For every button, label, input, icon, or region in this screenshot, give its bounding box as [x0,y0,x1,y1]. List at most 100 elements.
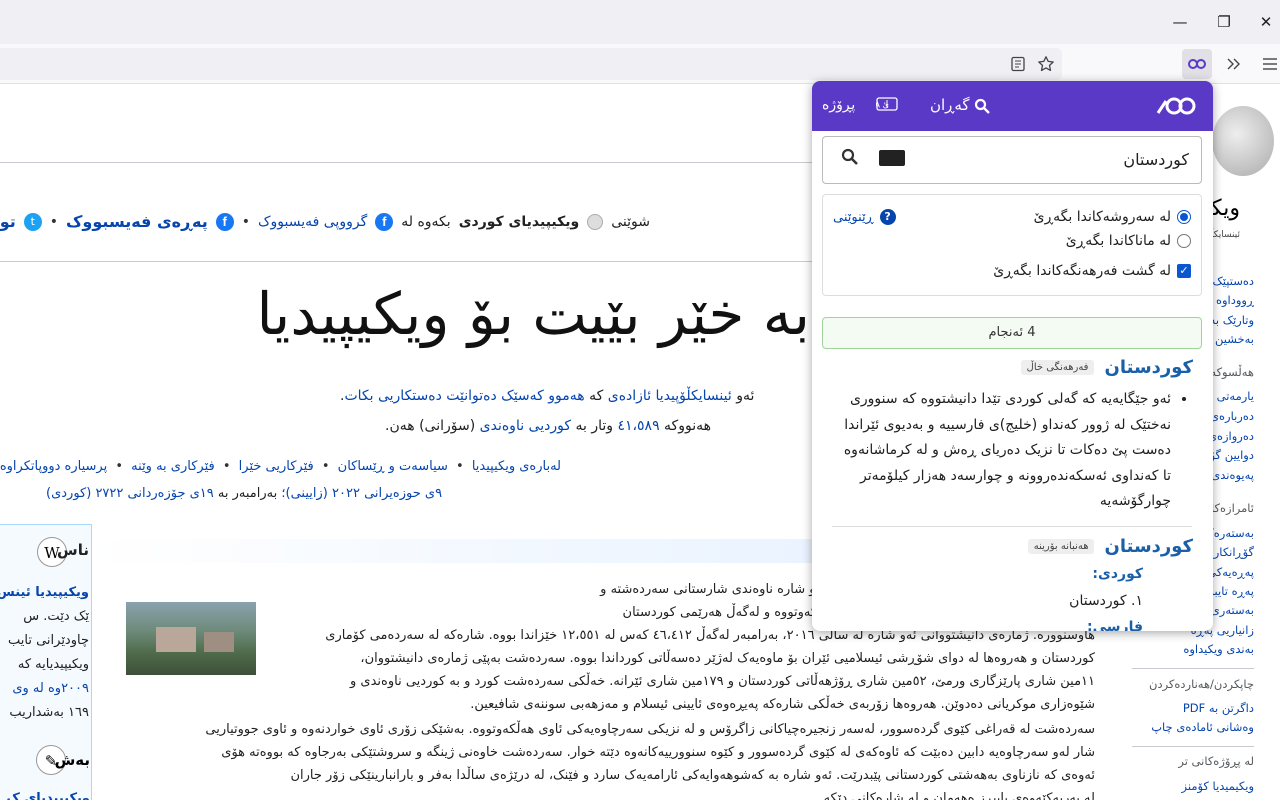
extension-dictionary-icon[interactable] [1182,49,1212,79]
entry-source-badge: هەنبانە بۆرینە [1027,539,1095,554]
minimize-icon[interactable]: — [1166,8,1194,36]
intro-box-line: ١٦٩ بەشداریب [9,705,89,720]
portal-link[interactable]: سیاسەت و ڕێساکان [338,459,448,474]
search-options: لە سەروشەکاندا بگەڕێ لە ماناکاندا بگەڕێ … [822,194,1202,296]
social-prefix: شوێنی [611,213,650,230]
dictionary-logo-icon[interactable] [1156,95,1196,117]
search-button[interactable] [841,148,859,171]
fb-page-link[interactable]: پەڕەی فەیسبووک [66,212,208,231]
sections-box: ✎ بەش ویکیپیدیای ک [0,739,92,800]
sidebar-heading: لە پڕۆژەکانی تر [1178,754,1254,768]
wikipedia-icon [587,213,604,230]
maximize-icon[interactable]: ❐ [1210,8,1238,36]
entry-heading: کوردستان هەنبانە بۆرینە [1027,536,1193,557]
reader-view-icon[interactable] [1004,50,1032,78]
url-bar[interactable] [0,48,1062,80]
tab-search-label: گەڕان [930,96,970,114]
intro-text: کە [589,388,604,404]
svg-text:A: A [876,101,881,110]
bookmark-star-icon[interactable] [1032,50,1060,78]
intro-box-line[interactable]: ویکیپیدیا ئینس [0,585,89,600]
results-count: 4 ئەنجام [822,317,1202,349]
option-headwords[interactable]: لە سەروشەکاندا بگەڕێ [1034,209,1191,225]
help-label: ڕێنوێنی [833,209,874,225]
close-icon[interactable]: ✕ [1252,8,1280,36]
search-input[interactable]: کوردستان [822,136,1202,184]
intro-text: وتار بە [575,418,614,434]
browser-navbar [0,44,1280,84]
intro-text: (سۆرانی) هەن. [385,418,476,434]
intro-box-line[interactable]: ٢٠٠٩وە لە وی [12,681,89,696]
checkbox-all-dictionaries[interactable]: ✓ [1177,264,1191,278]
facebook-icon: f [215,212,234,231]
anyone-can-edit-link[interactable]: هەموو کەسێک دەتوانێت دەستکاریی بکات [344,388,584,404]
option-all-dictionaries[interactable]: ✓ لە گشت فەرهەنگەکاندا بگەڕێ [993,263,1191,279]
sections-line[interactable]: ویکیپیدیای ک [7,791,90,800]
sidebar-link[interactable]: یارمەتی [1217,389,1254,403]
popup-header: گەڕان Aئ پڕۆژە [812,81,1213,131]
radio-headwords[interactable] [1177,210,1191,224]
entry-source-badge: فەرهەنگی خاڵ [1020,360,1095,375]
entry-definition: ئەو جێگایەیە کە گەلی کوردی تێدا دانیشتوو… [833,387,1193,515]
article-line: ١١مین شاری پارێزگاری ورمێ، ٥٢مین شاری ڕۆ… [350,674,1095,689]
intro-text: ئەو [736,388,755,404]
twitter-link[interactable]: تو [0,212,16,231]
sidebar-link[interactable]: دەستپێک [1213,274,1255,288]
fb-group-link[interactable]: گرووپی فەیسبووک [258,214,367,230]
site-name: ویکیپیدیای کوردی [458,213,580,230]
sections-heading: بەش [54,751,90,769]
portal-links: لەبارەی ویکیپیدیا • سیاسەت و ڕێساکان • ف… [0,459,565,474]
portal-link[interactable]: فێرکاریی خێرا [239,459,314,474]
separator-dot: • [241,213,250,230]
sidebar-link[interactable]: ویکیمیدیا کۆمنز [1182,779,1254,793]
portal-link[interactable]: پرسیارە دووپاتکراوەکان [0,459,107,474]
article-continued: سەردەشت لە قەراغی کێوی گردەسوور، لەسەر ز… [130,718,1095,800]
transliteration-icon[interactable]: Aئ [875,97,898,115]
sidebar-link[interactable]: بەندی ویکیداوە [1183,642,1254,656]
intro-box-line: ێک دێت. س [23,609,89,624]
option-label: لە گشت فەرهەنگەکاندا بگەڕێ [993,263,1171,279]
intro-line-1: ئەو ئینسایکڵۆپیدیا ئازادەی کە هەموو کەسێ… [340,388,755,404]
search-input-value[interactable]: کوردستان [1123,150,1189,169]
article-line: کوردستان و هەروەها لە دوای شۆڕشی ئیسلامی… [360,651,1095,666]
keyboard-icon[interactable] [879,150,905,166]
radio-meanings[interactable] [1177,234,1191,248]
entry-heading: کوردستان فەرهەنگی خاڵ [1020,357,1193,378]
option-meanings[interactable]: لە ماناکاندا بگەڕێ [1066,233,1191,249]
kurdish-date-link[interactable]: ١٩ی جۆزەردانی ٢٧٢٢ (کوردی) [46,486,214,501]
help-icon: ? [879,209,896,225]
central-kurdish-link[interactable]: کوردیی ناوەندی [480,418,571,434]
free-encyclopedia-link[interactable]: ئینسایکڵۆپیدیا ئازادەی [608,388,732,404]
portal-link[interactable]: فێرکاری بە وێنە [131,459,215,474]
article-count-link[interactable]: ٤١،٥٨٩ [617,418,659,434]
article-image[interactable] [126,602,256,675]
intro-box-line: ویکیپیدیایە کە [17,657,89,672]
entry-word[interactable]: کوردستان [1104,536,1193,557]
social-links: شوێنی ویکیپیدیای کوردی بکەوە لە f گرووپی… [0,212,650,231]
gregorian-date-link[interactable]: ٩ی حوزەیرانی ٢٠٢٢ (زایینی)؛ [281,486,442,501]
divider [1132,746,1254,747]
article-line: شێوەزاری موکریانی دەدوێن. هەروەها زۆربەی… [470,697,1095,712]
help-link[interactable]: ? ڕێنوێنی [833,209,896,225]
article-line: لە بەرپەکێەوەی بابیڕز ەهەمان و لە شارەکا… [811,791,1095,800]
wikipedia-logo[interactable] [1212,106,1274,176]
menu-icon[interactable] [1256,50,1280,78]
sidebar-link[interactable]: داگرتن بە PDF [1183,701,1254,715]
section-header-bar [92,539,812,563]
intro-box-line: چاودێرانی تایب [7,633,89,648]
facebook-icon: f [375,212,394,231]
sidebar-link[interactable]: وەشانی ئامادەی چاپ [1151,720,1254,734]
intro-box-heading: ناس [57,541,89,559]
portal-link[interactable]: لەبارەی ویکیپیدیا [472,459,561,474]
article-line: سەردەشت لە قەراغی کێوی گردەسوور، لەسەر ز… [205,722,1095,737]
date-text: بەرامبەر بە [217,486,278,501]
date-line: ٩ی حوزەیرانی ٢٠٢٢ (زایینی)؛ بەرامبەر بە … [46,486,442,501]
overflow-chevrons-icon[interactable] [1220,50,1248,78]
tab-search[interactable]: گەڕان [930,96,991,114]
divider [832,526,1192,527]
tab-project[interactable]: پڕۆژە [822,97,855,113]
entry-word[interactable]: کوردستان [1104,357,1193,378]
entry-sense: ١. کوردستان [1069,593,1143,609]
sidebar-heading: چاپکردن/هەناردەکردن [1149,677,1254,691]
intro-line-2: هەنووکە ٤١،٥٨٩ وتار بە کوردیی ناوەندی (س… [385,418,711,434]
